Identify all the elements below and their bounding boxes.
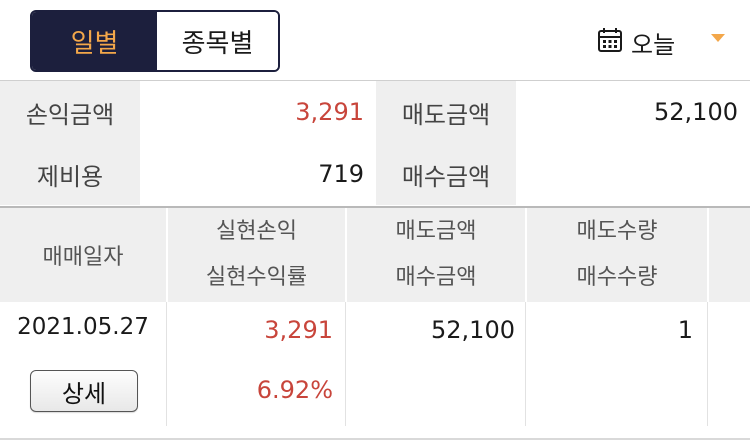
header-sell-amount-label: 매도금액	[395, 219, 477, 244]
header-buy-amount-label: 매수금액	[395, 265, 477, 290]
row-divider	[525, 302, 526, 426]
buy-amount-value	[516, 143, 750, 205]
row-divider	[345, 302, 346, 426]
bottom-divider	[0, 438, 750, 440]
sell-amount-cell: 52,100	[431, 316, 515, 344]
header-realized-return-label: 실현수익률	[205, 265, 308, 290]
sell-amount-label: 매도금액	[376, 81, 516, 143]
profit-value: 3,291	[140, 81, 376, 143]
header-amount: 매도금액 매수금액	[347, 208, 525, 302]
calendar-icon	[597, 27, 623, 57]
date-filter[interactable]: 오늘	[597, 22, 675, 62]
fees-label: 제비용	[0, 143, 140, 205]
header-realized-pnl-label: 실현손익	[216, 219, 297, 244]
fees-value: 719	[140, 143, 376, 205]
date-filter-label: 오늘	[631, 30, 676, 59]
table-header: 매매일자 실현손익 실현수익률 매도금액 매수금액 매도수량 매수수량	[0, 206, 750, 302]
tab-daily[interactable]: 일별	[32, 12, 157, 70]
sell-qty-cell: 1	[677, 316, 693, 344]
header-realized-pnl: 실현손익 실현수익률	[168, 208, 345, 302]
buy-amount-label: 매수금액	[376, 143, 516, 205]
realized-pnl-value: 3,291	[264, 316, 333, 344]
period-segmented-control: 일별 종목별	[30, 10, 280, 72]
profit-label: 손익금액	[0, 81, 140, 143]
detail-button[interactable]: 상세	[30, 370, 138, 412]
header-sell-qty-label: 매도수량	[576, 219, 658, 244]
trade-date: 2021.05.27	[17, 314, 149, 340]
header-buy-qty-label: 매수수량	[576, 265, 658, 290]
tab-by-stock[interactable]: 종목별	[157, 12, 278, 70]
caret-down-icon[interactable]	[711, 34, 725, 42]
row-divider	[707, 302, 708, 426]
sell-amount-value: 52,100	[516, 81, 750, 143]
header-trade-date-label: 매매일자	[42, 245, 124, 270]
header-divider	[707, 208, 709, 302]
row-divider	[166, 302, 167, 426]
header-trade-date: 매매일자	[0, 208, 166, 302]
header-quantity: 매도수량 매수수량	[527, 208, 707, 302]
realized-return-value: 6.92%	[256, 376, 333, 404]
summary-panel: 손익금액 3,291 매도금액 52,100 제비용 719 매수금액	[0, 80, 750, 205]
